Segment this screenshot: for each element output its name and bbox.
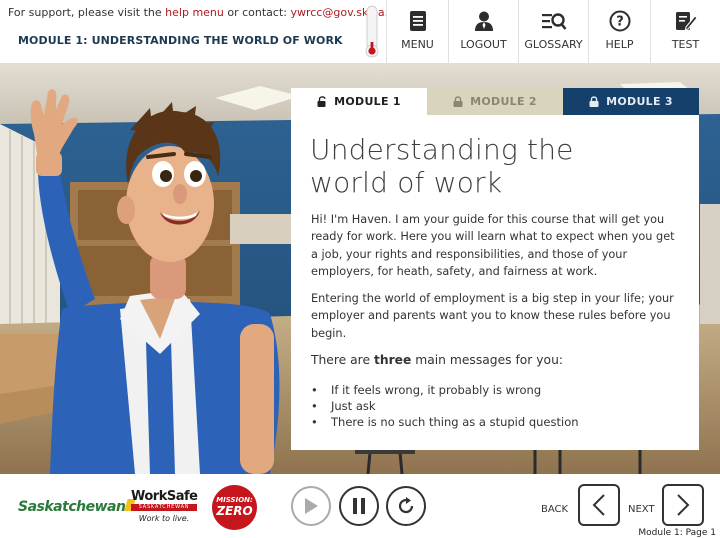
messages-list: If it feels wrong, it probably is wrong … <box>311 382 681 430</box>
page-title: Understanding the world of work <box>310 133 699 199</box>
worksafe-logo: WorkSafe SASKATCHEWAN Work to live. <box>131 489 198 523</box>
next-label: NEXT <box>628 504 655 515</box>
list-item: Just ask <box>311 398 681 414</box>
back-label: BACK <box>541 504 569 515</box>
intro-paragraph: Hi! I'm Haven. I am your guide for this … <box>311 213 675 278</box>
worksafe-logo-title: WorkSafe <box>131 489 198 504</box>
worksafe-logo-region: SASKATCHEWAN <box>131 504 197 511</box>
replay-icon <box>398 497 414 514</box>
logout-button[interactable]: LOGOUT <box>448 0 518 64</box>
tab-module-1-label: MODULE 1 <box>334 95 401 108</box>
tab-module-2[interactable]: MODULE 2 <box>427 88 563 115</box>
help-button[interactable]: ? HELP <box>588 0 650 64</box>
chevron-left-icon <box>592 494 605 516</box>
logout-label: LOGOUT <box>460 38 507 51</box>
list-item: If it feels wrong, it probably is wrong <box>311 382 681 398</box>
page-indicator: Module 1: Page 1 <box>638 528 716 538</box>
page-title-line-1: Understanding the <box>310 133 574 166</box>
play-icon <box>305 498 318 514</box>
messages-intro-bold: three <box>373 353 412 368</box>
messages-intro: There are three main messages for you: <box>311 352 681 369</box>
play-button[interactable] <box>291 486 331 526</box>
menu-button[interactable]: MENU <box>386 0 448 64</box>
pause-button[interactable] <box>339 486 379 526</box>
mission-zero-logo: MISSION: ZERO <box>212 485 257 530</box>
list-item: There is no such thing as a stupid quest… <box>311 414 681 430</box>
tab-module-2-label: MODULE 2 <box>470 95 537 108</box>
second-paragraph: Entering the world of employment is a bi… <box>311 292 674 340</box>
saskatchewan-logo: Saskatchewan <box>18 499 137 515</box>
next-button[interactable] <box>662 484 704 526</box>
content-panel: MODULE 1 MODULE 2 MODULE 3 Understanding… <box>291 88 699 450</box>
test-icon <box>675 12 698 31</box>
glossary-label: GLOSSARY <box>524 38 583 51</box>
support-middle: or contact: <box>223 6 291 19</box>
user-icon <box>474 11 493 31</box>
test-label: TEST <box>671 38 700 51</box>
messages-intro-post: main messages for you: <box>411 353 564 368</box>
tab-module-1[interactable]: MODULE 1 <box>291 88 427 115</box>
back-button[interactable] <box>578 484 620 526</box>
page-title-line-2: world of work <box>310 166 503 199</box>
menu-label: MENU <box>401 38 434 51</box>
svg-text:?: ? <box>616 15 624 30</box>
support-prefix: For support, please visit the <box>8 6 166 19</box>
pause-icon <box>353 498 365 514</box>
content-body: Hi! I'm Haven. I am your guide for this … <box>311 211 681 430</box>
saskatchewan-logo-text: Saskatchewan <box>18 499 126 515</box>
top-header: For support, please visit the help menu … <box>0 0 720 64</box>
help-label: HELP <box>605 38 634 51</box>
replay-button[interactable] <box>386 486 426 526</box>
unlock-icon <box>317 96 326 107</box>
module-title: MODULE 1: UNDERSTANDING THE WORLD OF WOR… <box>18 34 343 47</box>
worksafe-logo-tagline: Work to live. <box>138 514 190 523</box>
glossary-button[interactable]: GLOSSARY <box>518 0 588 64</box>
help-icon: ? <box>609 10 630 32</box>
menu-icon <box>409 11 426 31</box>
lock-icon <box>589 96 599 107</box>
chevron-right-icon <box>677 494 690 516</box>
thermometer-icon <box>365 5 379 58</box>
bottom-footer: Saskatchewan WorkSafe SASKATCHEWAN Work … <box>0 474 720 538</box>
mission-zero-line-2: ZERO <box>216 504 253 518</box>
module-tabs: MODULE 1 MODULE 2 MODULE 3 <box>291 88 699 115</box>
test-button[interactable]: TEST <box>650 0 720 64</box>
tab-module-3[interactable]: MODULE 3 <box>563 88 699 115</box>
tab-module-3-label: MODULE 3 <box>606 95 673 108</box>
lock-icon <box>453 96 463 107</box>
glossary-icon <box>541 13 567 30</box>
messages-intro-pre: There are <box>311 353 374 368</box>
support-text: For support, please visit the help menu … <box>8 6 388 19</box>
help-menu-link[interactable]: help menu <box>165 6 224 19</box>
